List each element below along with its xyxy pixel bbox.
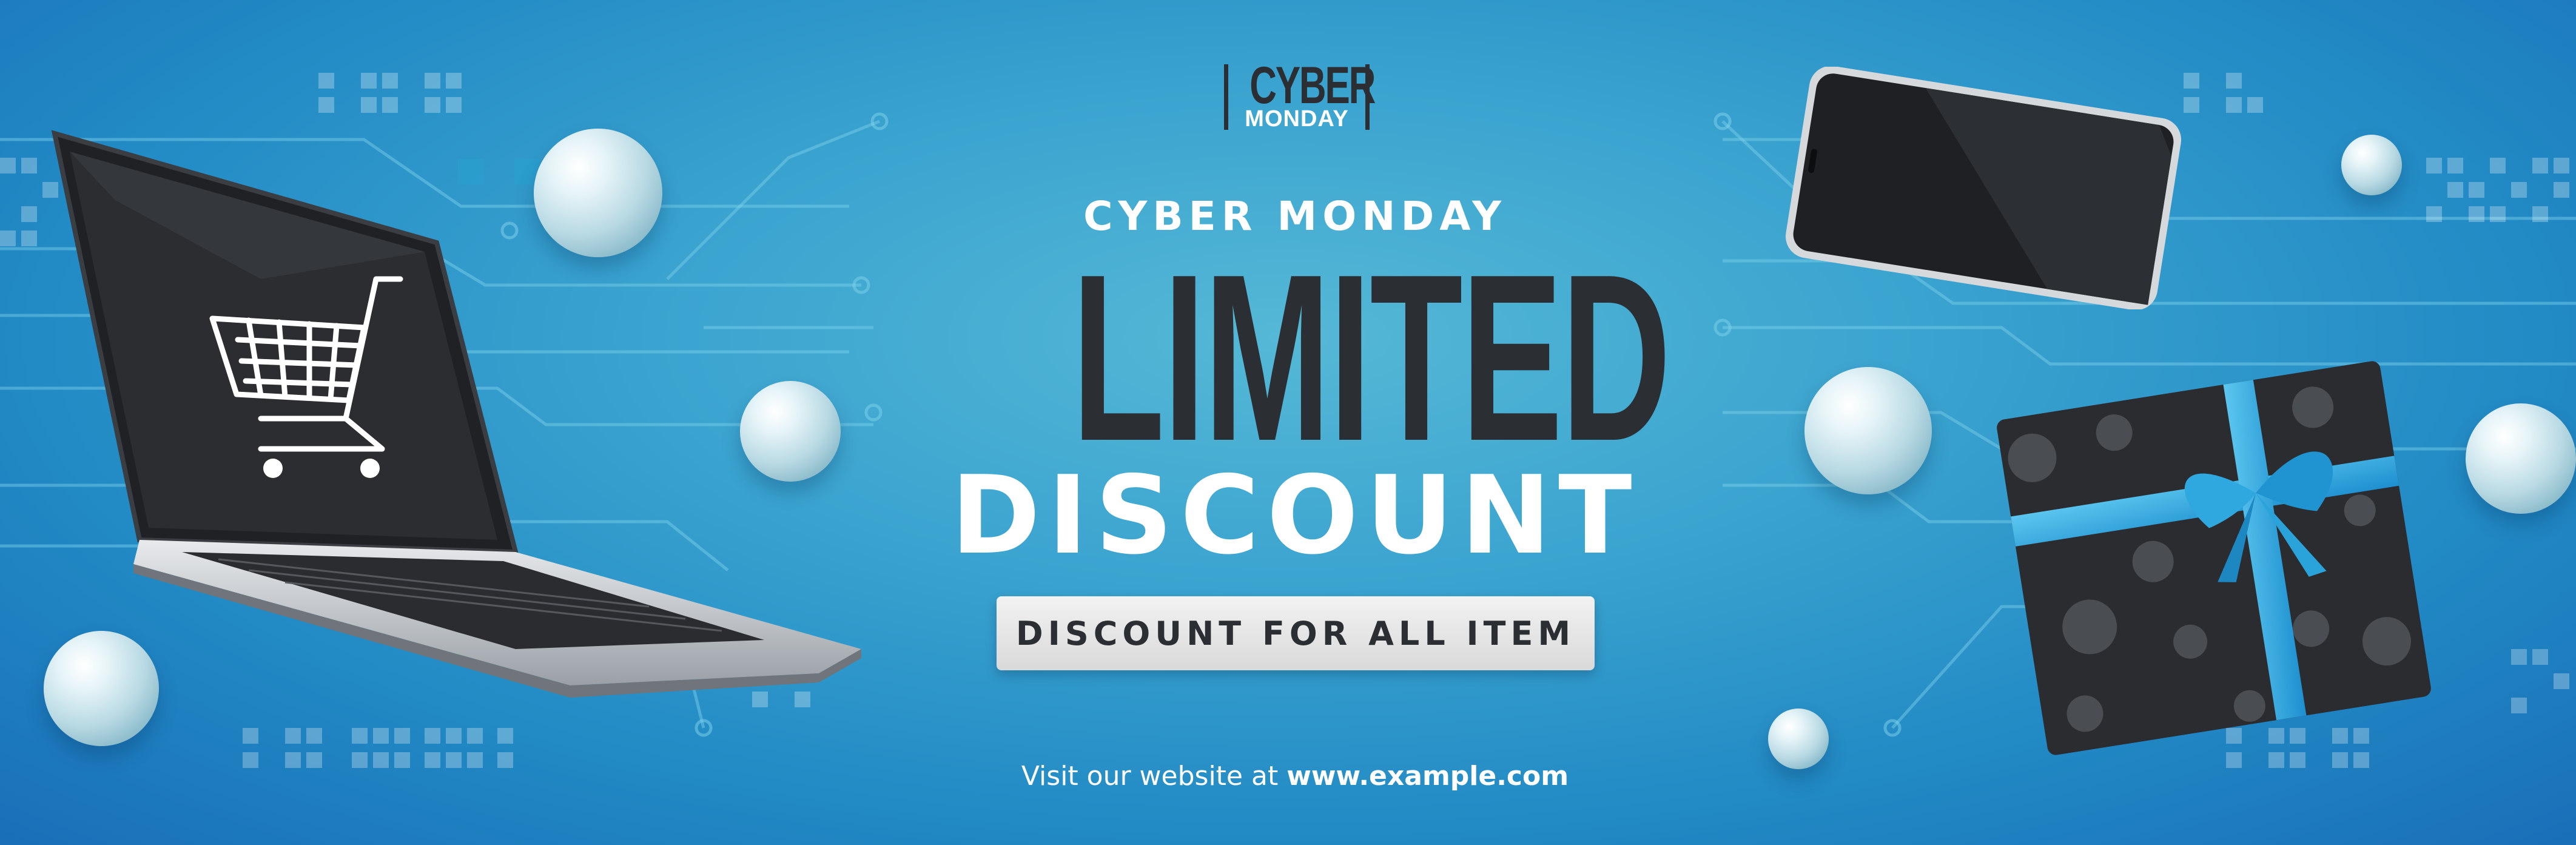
gift-box-illustration — [1997, 361, 2431, 755]
footer-website: Visit our website at www.example.com — [922, 761, 1668, 792]
website-link[interactable]: www.example.com — [1286, 761, 1569, 792]
discount-cta-button[interactable]: DISCOUNT FOR ALL ITEM — [997, 596, 1595, 670]
smartphone-illustration — [1785, 67, 2182, 309]
laptop-illustration — [51, 130, 861, 698]
pearl-decoration — [2341, 135, 2402, 195]
headline-discount: DISCOUNT — [950, 453, 1639, 578]
headline-limited: LIMITED — [1072, 225, 1671, 491]
pearl-decoration — [1804, 367, 1932, 494]
logo-word-top: CYBER — [1249, 56, 1376, 115]
footer-prefix: Visit our website at — [1021, 761, 1287, 792]
pearl-decoration — [2466, 403, 2576, 514]
logo-bar-left — [1224, 64, 1228, 130]
logo-bar-right — [1365, 64, 1370, 130]
shopping-cart-icon — [209, 276, 403, 478]
cta-label: DISCOUNT FOR ALL ITEM — [1015, 614, 1576, 653]
logo-word-bottom: MONDAY — [1245, 106, 1349, 132]
pearl-decoration — [1768, 709, 1829, 769]
cyber-monday-logo: CYBER MONDAY — [1224, 56, 1376, 133]
